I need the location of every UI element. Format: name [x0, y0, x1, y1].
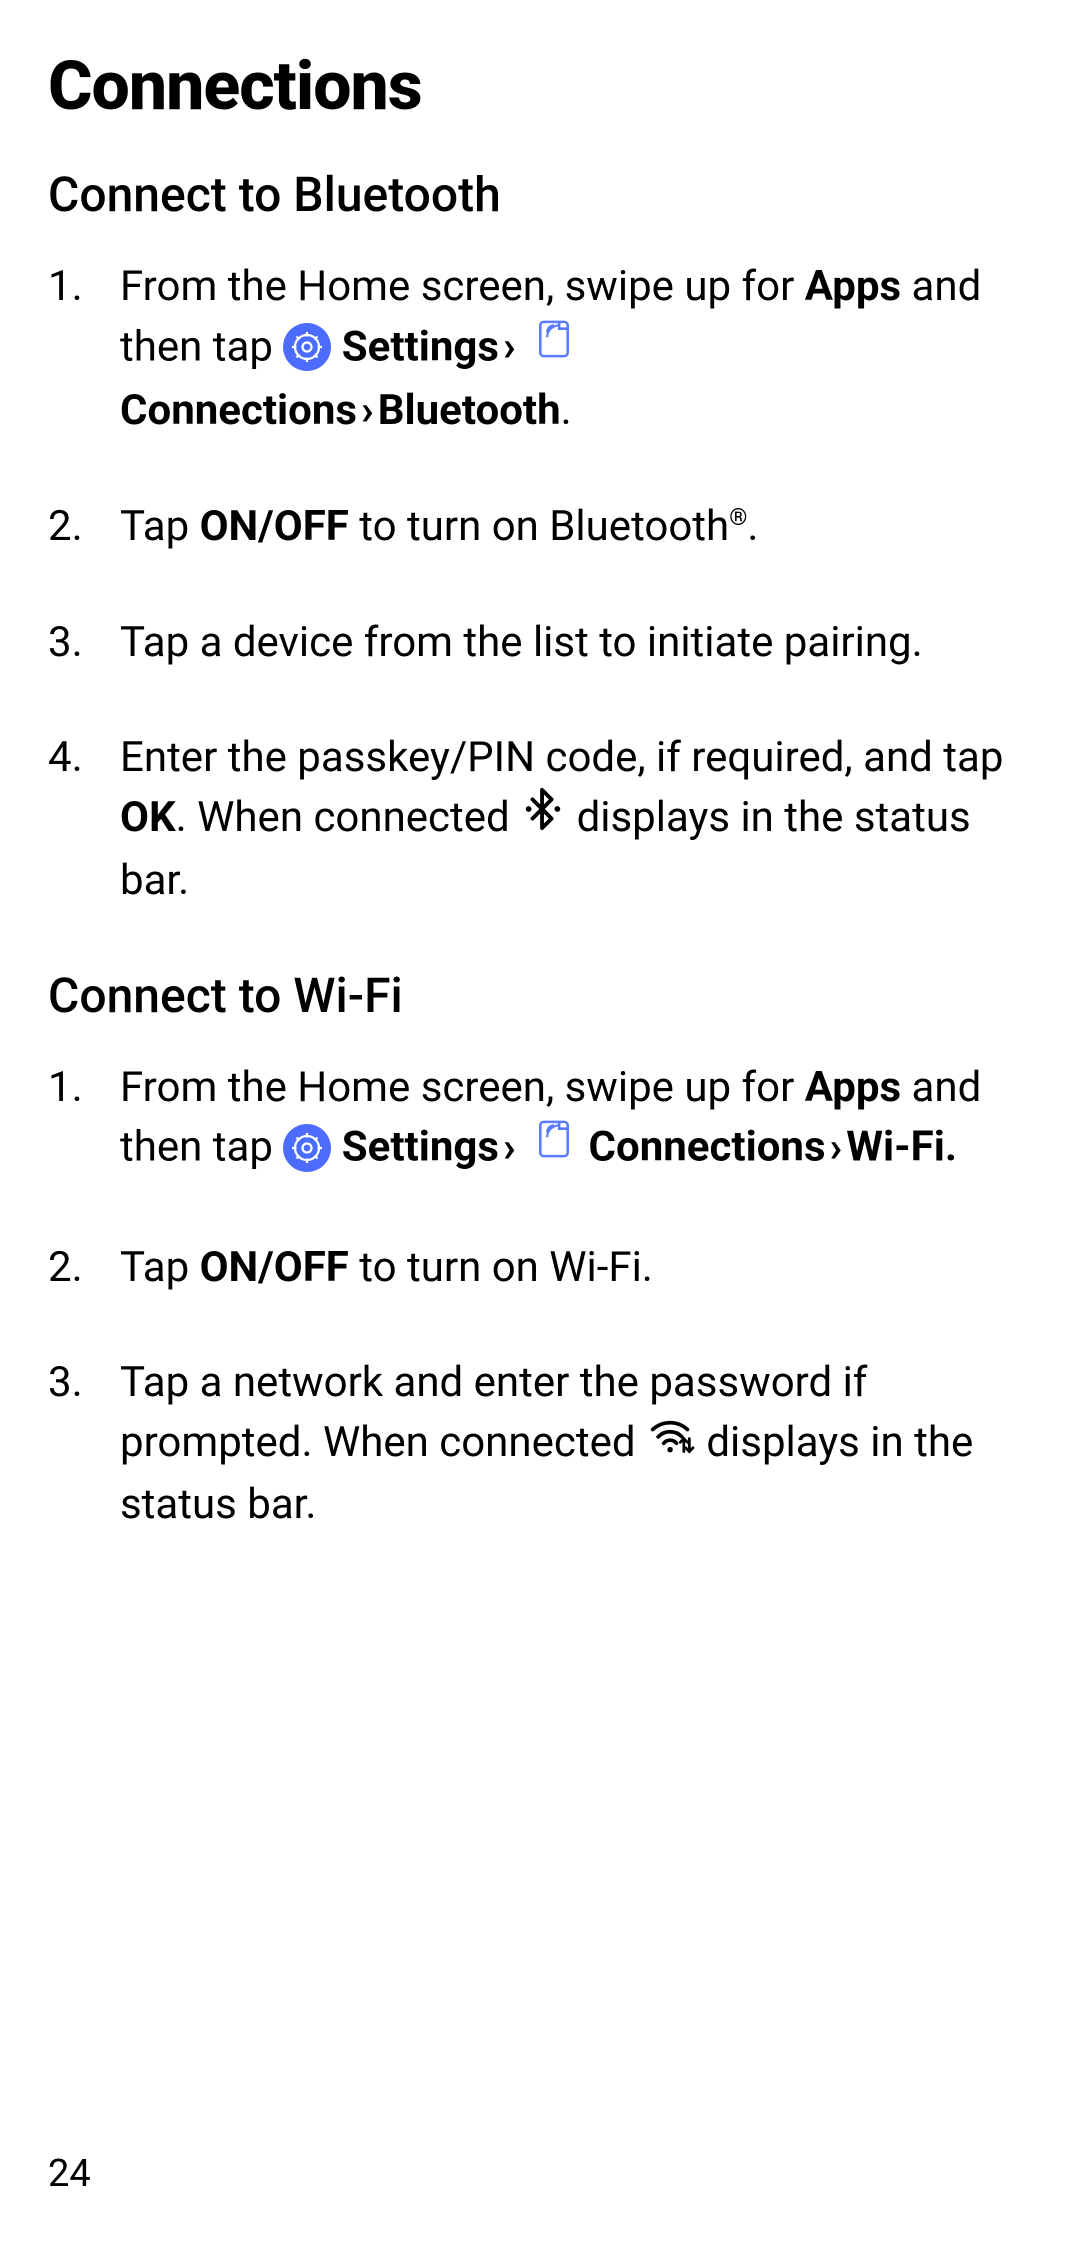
chevron-right-icon: › [826, 1123, 847, 1172]
target-label: Bluetooth [378, 386, 561, 435]
step: Tap a device from the list to initiate p… [48, 613, 1032, 673]
ok-label: OK [120, 793, 176, 842]
connections-icon [530, 315, 578, 380]
step-text: Tap a device from the list to initiate p… [120, 618, 923, 667]
connections-icon [530, 1115, 578, 1180]
page: Connections Connect to Bluetooth From th… [0, 0, 1080, 2256]
settings-icon [283, 323, 331, 371]
chevron-right-icon: › [499, 322, 520, 371]
settings-icon [283, 1124, 331, 1172]
step-text: to turn on Bluetooth [349, 502, 729, 551]
step-text: . When connected [176, 793, 520, 842]
step-text: Enter the passkey/PIN code, if required,… [120, 733, 1003, 782]
section-title-bluetooth: Connect to Bluetooth [48, 166, 1032, 223]
page-title: Connections [48, 46, 1032, 126]
chevron-right-icon: › [357, 386, 378, 435]
step-text: From the Home screen, swipe up for [120, 1063, 805, 1112]
step: Tap ON/OFF to turn on Bluetooth®. [48, 497, 1032, 557]
bluetooth-icon [520, 786, 566, 849]
step: From the Home screen, swipe up for Apps … [48, 1058, 1032, 1182]
step-text: . [561, 386, 572, 435]
step: Enter the passkey/PIN code, if required,… [48, 728, 1032, 910]
onoff-label: ON/OFF [200, 1243, 349, 1292]
wifi-icon [646, 1413, 696, 1474]
chevron-right-icon: › [499, 1123, 520, 1172]
step-text: Tap [120, 1243, 200, 1292]
onoff-label: ON/OFF [200, 502, 349, 551]
section-title-wifi: Connect to Wi-Fi [48, 967, 1032, 1024]
step: Tap ON/OFF to turn on Wi-Fi. [48, 1238, 1032, 1298]
apps-label: Apps [805, 262, 901, 311]
page-number: 24 [48, 2152, 91, 2196]
connections-label: Connections [589, 1123, 826, 1172]
steps-list-wifi: From the Home screen, swipe up for Apps … [48, 1058, 1032, 1535]
step: From the Home screen, swipe up for Apps … [48, 257, 1032, 441]
apps-label: Apps [805, 1063, 901, 1112]
step-text: Tap [120, 502, 200, 551]
connections-label: Connections [120, 386, 357, 435]
registered-symbol: ® [729, 504, 747, 531]
step-text: . [747, 502, 758, 551]
step-text: From the Home screen, swipe up for [120, 262, 805, 311]
steps-list-bluetooth: From the Home screen, swipe up for Apps … [48, 257, 1032, 911]
step: Tap a network and enter the password if … [48, 1353, 1032, 1534]
target-label: Wi-Fi. [846, 1123, 957, 1172]
settings-label: Settings [342, 1123, 499, 1172]
step-text: to turn on Wi-Fi. [349, 1243, 653, 1292]
settings-label: Settings [342, 322, 499, 371]
